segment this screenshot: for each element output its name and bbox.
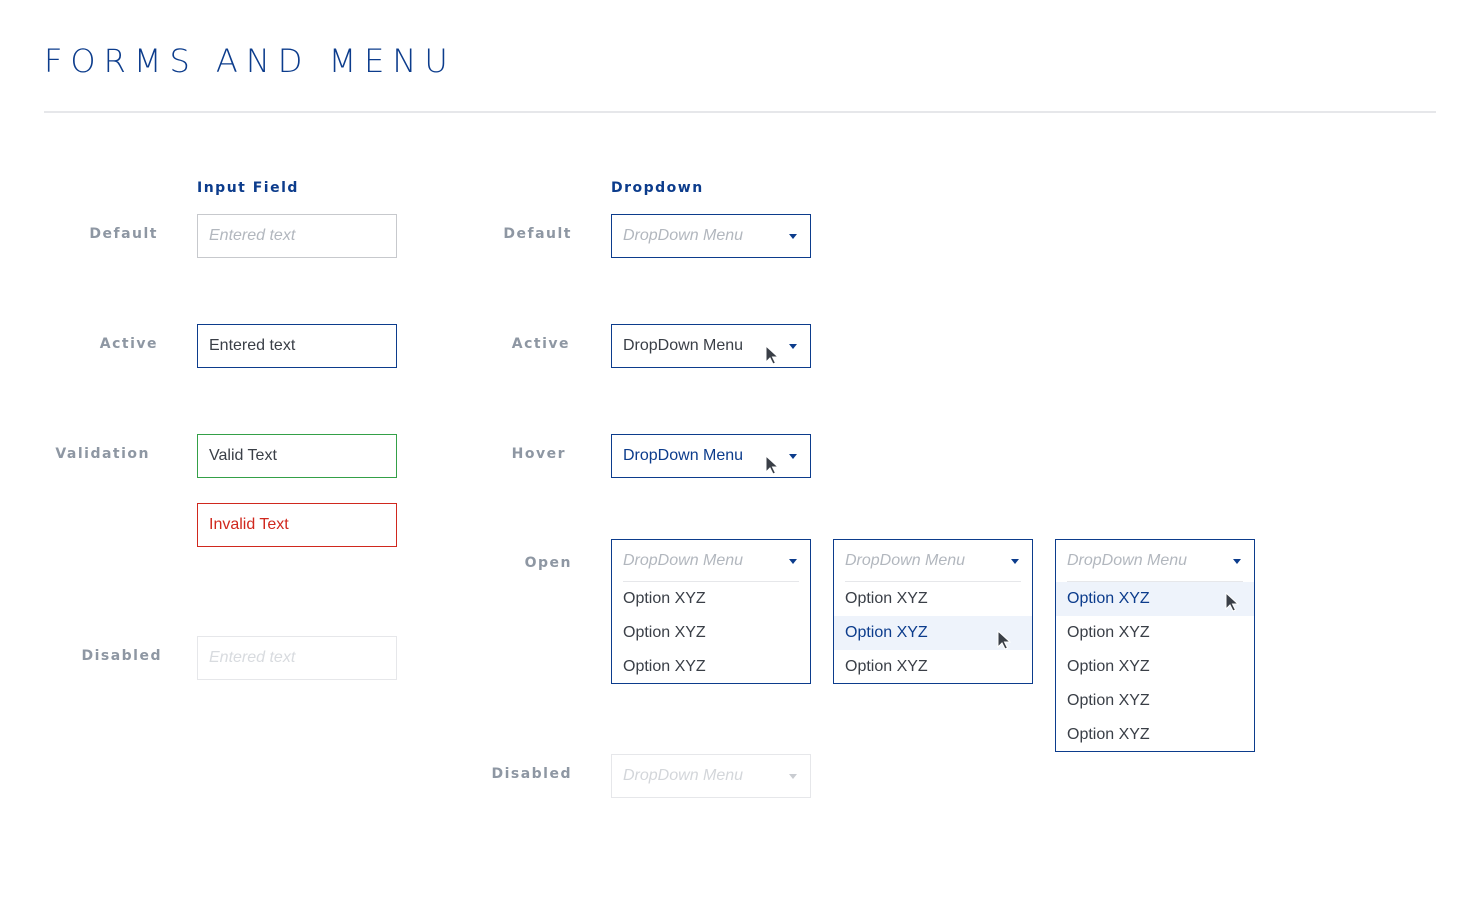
input-default-label: Default: [89, 226, 158, 242]
page-title: FORMS AND MENU: [44, 42, 456, 80]
dropdown-open-placeholder: DropDown Menu: [1067, 552, 1188, 569]
input-disabled-label: Disabled: [81, 648, 162, 664]
input-default-field[interactable]: [197, 214, 397, 258]
dropdown-disabled-label: Disabled: [491, 766, 572, 782]
dropdown-open-menu[interactable]: DropDown Menu Option XYZ Option XYZ Opti…: [1055, 539, 1255, 752]
caret-down-icon: [1011, 558, 1019, 564]
dropdown-option[interactable]: Option XYZ: [612, 582, 810, 616]
dropdown-active-label: Active: [511, 336, 570, 352]
dropdown-open-menu[interactable]: DropDown Menu Option XYZ Option XYZ Opti…: [833, 539, 1033, 684]
dropdown-disabled: DropDown Menu: [611, 754, 811, 798]
dropdown-option[interactable]: Option XYZ: [1056, 616, 1254, 650]
caret-down-icon: [789, 453, 797, 459]
dropdown-open-header[interactable]: DropDown Menu: [834, 540, 1032, 582]
dropdown-default[interactable]: DropDown Menu: [611, 214, 811, 258]
input-invalid-field[interactable]: [197, 503, 397, 547]
dropdown-default-text: DropDown Menu: [623, 227, 744, 244]
caret-down-icon: [789, 773, 797, 779]
input-active-field[interactable]: [197, 324, 397, 368]
dropdown-disabled-text: DropDown Menu: [623, 767, 744, 784]
mouse-pointer-icon: [997, 630, 1011, 650]
dropdown-hover-label: Hover: [511, 446, 566, 462]
dropdown-default-label: Default: [503, 226, 572, 242]
dropdown-open-header[interactable]: DropDown Menu: [612, 540, 810, 582]
mouse-pointer-icon: [765, 345, 779, 365]
caret-down-icon: [1233, 558, 1241, 564]
dropdown-hover[interactable]: DropDown Menu: [611, 434, 811, 478]
mouse-pointer-icon: [765, 455, 779, 475]
dropdown-open-placeholder: DropDown Menu: [623, 552, 744, 569]
dropdown-open-header[interactable]: DropDown Menu: [1056, 540, 1254, 582]
mouse-pointer-icon: [1225, 592, 1239, 612]
input-validation-label: Validation: [55, 446, 150, 462]
dropdown-section-title: Dropdown: [611, 180, 704, 196]
dropdown-option[interactable]: Option XYZ: [834, 650, 1032, 683]
dropdown-option[interactable]: Option XYZ: [834, 582, 1032, 616]
dropdown-open-label: Open: [524, 555, 572, 571]
caret-down-icon: [789, 233, 797, 239]
dropdown-option[interactable]: Option XYZ: [612, 650, 810, 683]
dropdown-open-placeholder: DropDown Menu: [845, 552, 966, 569]
input-field-section-title: Input Field: [197, 180, 299, 196]
dropdown-active[interactable]: DropDown Menu: [611, 324, 811, 368]
title-divider: [44, 111, 1436, 113]
dropdown-option[interactable]: Option XYZ: [612, 616, 810, 650]
input-active-label: Active: [99, 336, 158, 352]
input-valid-field[interactable]: [197, 434, 397, 478]
caret-down-icon: [789, 343, 797, 349]
input-disabled-field: [197, 636, 397, 680]
caret-down-icon: [789, 558, 797, 564]
dropdown-option[interactable]: Option XYZ: [1056, 650, 1254, 684]
dropdown-option[interactable]: Option XYZ: [1056, 684, 1254, 718]
dropdown-option[interactable]: Option XYZ: [1056, 718, 1254, 751]
dropdown-open-menu[interactable]: DropDown Menu Option XYZ Option XYZ Opti…: [611, 539, 811, 684]
